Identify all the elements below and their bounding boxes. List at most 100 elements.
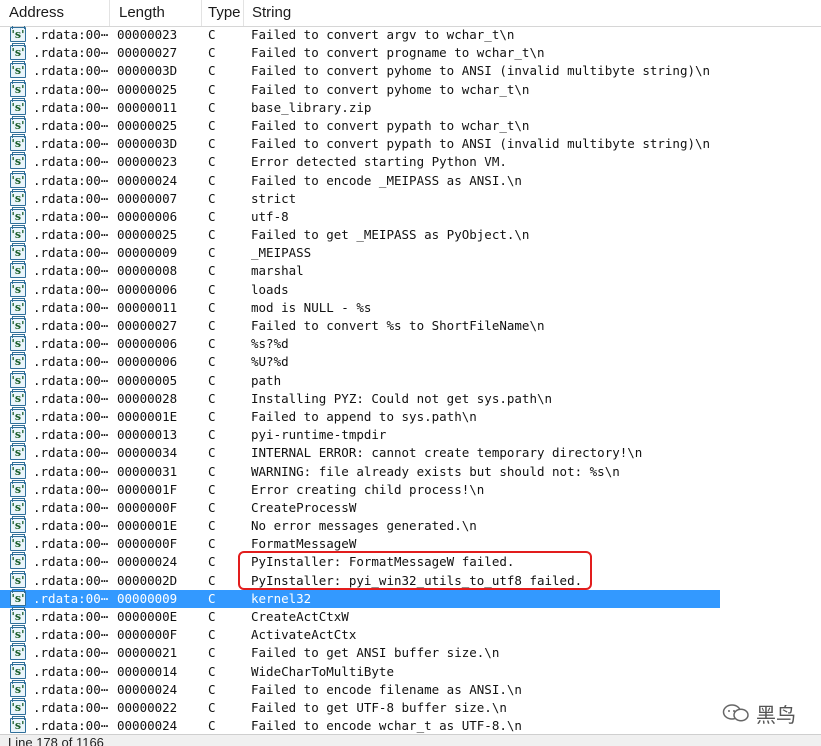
cell-length: 00000021: [117, 645, 178, 661]
table-row[interactable]: 's' .rdata:00⋯ 00000023 C Error detected sta…: [0, 152, 821, 171]
table-row[interactable]: 's' .rdata:00⋯ 00000027 C Failed to convert …: [0, 316, 821, 335]
cell-address: .rdata:00⋯: [33, 518, 109, 534]
cell-string: No error messages generated.\n: [251, 518, 477, 534]
table-row[interactable]: 's' .rdata:00⋯ 0000001E C No error messages …: [0, 516, 821, 535]
string-type-icon: 's': [10, 552, 26, 570]
table-row[interactable]: 's' .rdata:00⋯ 00000024 C Failed to encode _…: [0, 170, 821, 190]
table-row[interactable]: 's' .rdata:00⋯ 00000024 C Failed to encode w…: [0, 716, 821, 734]
table-row[interactable]: 's' .rdata:00⋯ 00000027 C Failed to convert …: [0, 43, 821, 62]
table-row[interactable]: 's' .rdata:00⋯ 00000024 C Failed to encode f…: [0, 679, 821, 699]
table-row-selected[interactable]: 's' .rdata:00⋯ 00000009 Ckernel32: [0, 588, 720, 608]
cell-address: .rdata:00⋯: [33, 117, 109, 133]
table-row[interactable]: 's' .rdata:00⋯ 00000013 Cpyi-runtime-tmpdir: [0, 425, 821, 444]
table-row[interactable]: 's' .rdata:00⋯ 0000001E C Failed to append t…: [0, 406, 821, 426]
cell-length: 00000023: [117, 27, 178, 42]
cell-type: C: [208, 445, 216, 461]
table-row[interactable]: 's' .rdata:00⋯ 00000025 C Failed to convert …: [0, 115, 821, 135]
cell-address: .rdata:00⋯: [33, 263, 109, 279]
string-type-icon: 's': [10, 570, 26, 588]
cell-string: utf-8: [251, 208, 289, 224]
cell-address: .rdata:00⋯: [33, 590, 109, 606]
table-row[interactable]: 's' .rdata:00⋯ 0000003D C Failed to convert …: [0, 61, 821, 80]
cell-string: pyi-runtime-tmpdir: [251, 427, 387, 443]
table-row[interactable]: 's' .rdata:00⋯ 00000009 C _MEIPASS: [0, 243, 821, 262]
table-row[interactable]: 's' .rdata:00⋯ 0000001F C Error creating chi…: [0, 479, 821, 499]
cell-string: mod is NULL - %s: [251, 299, 372, 315]
table-row[interactable]: 's' .rdata:00⋯ 00000005 Cpath: [0, 370, 821, 390]
cell-address: .rdata:00⋯: [33, 627, 109, 643]
table-row[interactable]: 's' .rdata:00⋯ 00000011 Cbase_library.zip: [0, 97, 821, 117]
cell-string: Error detected starting Python VM.: [251, 154, 507, 170]
table-row[interactable]: 's' .rdata:00⋯ 00000021 C Failed to get ANSI…: [0, 643, 821, 662]
string-type-icon: 's': [10, 697, 26, 715]
table-row[interactable]: 's' .rdata:00⋯ 0000000F C ActivateActCtx: [0, 625, 821, 644]
cell-length: 00000027: [117, 45, 178, 61]
cell-type: C: [208, 681, 216, 697]
cell-string: %U?%d: [251, 354, 289, 370]
table-row[interactable]: 's' .rdata:00⋯ 00000006 Cutf-8: [0, 206, 821, 226]
table-row[interactable]: 's' .rdata:00⋯ 0000003D C Failed to convert …: [0, 134, 821, 153]
cell-length: 0000000F: [117, 499, 178, 515]
cell-type: C: [208, 245, 216, 261]
table-row[interactable]: 's' .rdata:00⋯ 00000006 Cloads: [0, 279, 821, 299]
status-text: Line 178 of 1166: [8, 735, 104, 746]
cell-length: 00000006: [117, 208, 178, 224]
cell-address: .rdata:00⋯: [33, 645, 109, 661]
table-row[interactable]: 's' .rdata:00⋯ 0000000F C CreateProcessW: [0, 497, 821, 517]
cell-type: C: [208, 154, 216, 170]
cell-type: C: [208, 117, 216, 133]
cell-string: Installing PYZ: Could not get sys.path\n: [251, 390, 553, 406]
cell-type: C: [208, 590, 216, 606]
cell-length: 00000024: [117, 718, 178, 734]
table-row[interactable]: 's' .rdata:00⋯ 0000000E C CreateActCtxW: [0, 607, 821, 626]
cell-string: base_library.zip: [251, 99, 372, 115]
string-type-icon: 's': [10, 188, 26, 206]
cell-string: WARNING: file already exists but should …: [251, 463, 620, 479]
strings-list[interactable]: 's' .rdata:00⋯ 00000023 C Failed to convert …: [0, 26, 821, 734]
string-type-icon: 's': [10, 661, 26, 679]
table-row[interactable]: 's' .rdata:00⋯ 00000008 Cmarshal: [0, 261, 821, 280]
cell-type: C: [208, 718, 216, 734]
table-row[interactable]: 's' .rdata:00⋯ 00000028 C Installing PYZ: Co…: [0, 388, 821, 408]
table-row[interactable]: 's' .rdata:00⋯ 00000006 C %s?%d: [0, 334, 821, 353]
table-row[interactable]: 's' .rdata:00⋯ 00000007 Cstrict: [0, 188, 821, 208]
string-type-icon: 's': [10, 225, 26, 243]
cell-string: Failed to convert pyhome to wchar_t\n: [251, 81, 530, 97]
table-row[interactable]: 's' .rdata:00⋯ 00000006 C %U?%d: [0, 352, 821, 371]
cell-address: .rdata:00⋯: [33, 99, 109, 115]
column-header-address[interactable]: Address: [0, 0, 110, 26]
table-row[interactable]: 's' .rdata:00⋯ 00000022 C Failed to get UTF-…: [0, 697, 821, 717]
cell-address: .rdata:00⋯: [33, 227, 109, 243]
cell-type: C: [208, 499, 216, 515]
table-row[interactable]: 's' .rdata:00⋯ 00000025 C Failed to convert …: [0, 79, 821, 99]
column-header-type[interactable]: Type: [202, 0, 244, 26]
string-type-icon: 's': [10, 625, 26, 643]
cell-address: .rdata:00⋯: [33, 63, 109, 79]
cell-string: Failed to get ANSI buffer size.\n: [251, 645, 500, 661]
cell-type: C: [208, 136, 216, 152]
table-row[interactable]: 's' .rdata:00⋯ 00000011 Cmod is NULL - %s: [0, 297, 821, 317]
table-row[interactable]: 's' .rdata:00⋯ 00000034 C INTERNAL ERROR: ca…: [0, 443, 821, 462]
cell-address: .rdata:00⋯: [33, 172, 109, 188]
table-row[interactable]: 's' .rdata:00⋯ 00000031 C WARNING: file alre…: [0, 461, 821, 481]
cell-address: .rdata:00⋯: [33, 554, 109, 570]
table-row[interactable]: 's' .rdata:00⋯ 00000025 C Failed to get _MEI…: [0, 225, 821, 244]
cell-address: .rdata:00⋯: [33, 463, 109, 479]
cell-type: C: [208, 390, 216, 406]
cell-length: 00000011: [117, 99, 178, 115]
cell-length: 0000000E: [117, 609, 178, 624]
string-type-icon: 's': [10, 152, 26, 170]
cell-length: 0000000F: [117, 627, 178, 643]
watermark-text: 黑鸟: [756, 702, 796, 727]
cell-string: Failed to convert pyhome to ANSI (invali…: [251, 63, 711, 79]
column-header-string[interactable]: String: [244, 0, 821, 26]
column-header-length[interactable]: Length: [110, 0, 202, 26]
table-row[interactable]: 's' .rdata:00⋯ 00000014 C WideCharToMultiByt…: [0, 661, 821, 681]
string-type-icon: 's': [10, 334, 26, 352]
status-bar: Line 178 of 1166: [0, 734, 821, 746]
cell-address: .rdata:00⋯: [33, 427, 109, 443]
string-type-icon: 's': [10, 134, 26, 152]
cell-length: 00000022: [117, 699, 178, 715]
cell-type: C: [208, 208, 216, 224]
table-row[interactable]: 's' .rdata:00⋯ 00000023 C Failed to convert …: [0, 26, 821, 44]
